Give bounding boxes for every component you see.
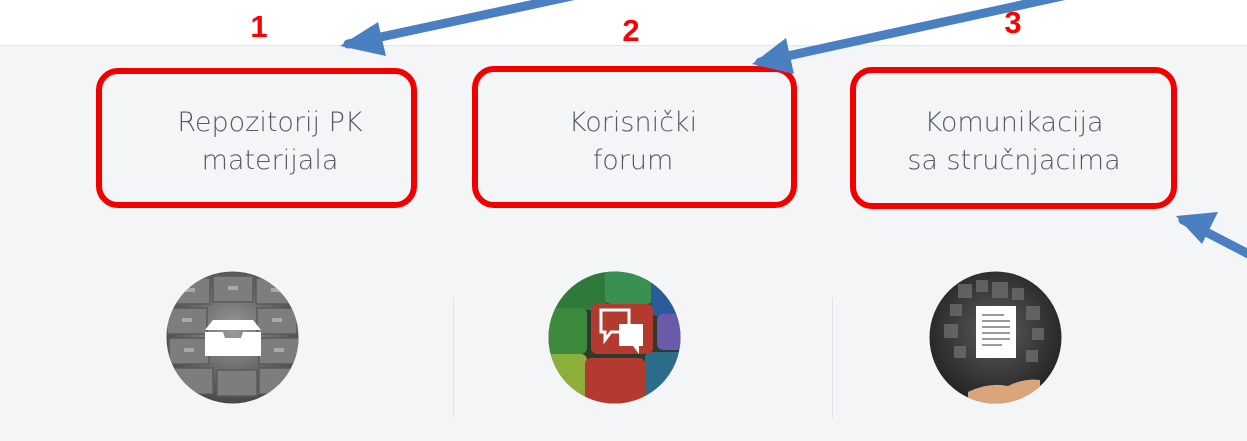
annotation-arrows [340,0,1247,259]
arrow-to-tile-2 [755,0,1066,67]
arrowhead-icon [340,22,386,56]
arrow-to-tile-1 [343,0,575,49]
arrowhead-icon [752,38,794,74]
